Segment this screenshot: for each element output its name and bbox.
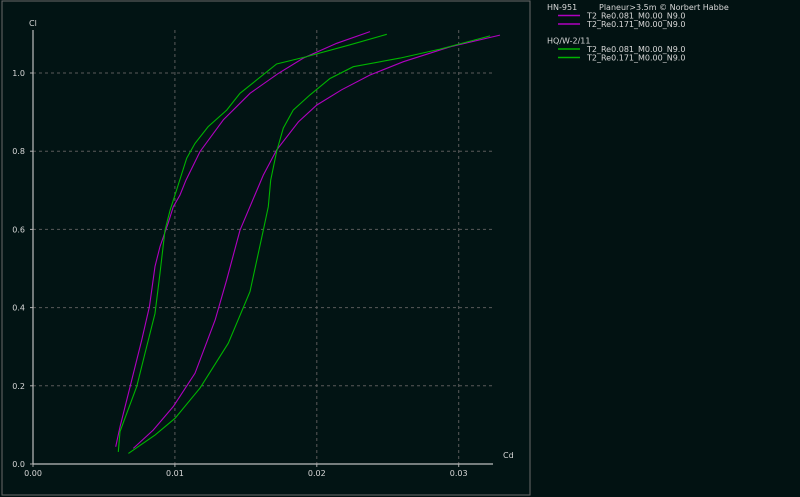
y-axis-label: Cl (29, 19, 37, 28)
y-tick-label: 0.2 (12, 382, 25, 391)
plot-panel (1, 0, 531, 496)
x-tick-label: 0.02 (308, 469, 326, 478)
legend-group-title: HN-951 (547, 3, 577, 12)
y-tick-label: 1.0 (12, 69, 25, 78)
x-tick-label: 0.00 (24, 469, 42, 478)
x-axis-label: Cd (503, 451, 514, 460)
y-tick-label: 0.8 (12, 147, 25, 156)
y-tick-label: 0.4 (12, 304, 25, 313)
y-tick-label: 0.6 (12, 225, 25, 234)
legend-label: T2_Re0.171_M0.00_N9.0 (586, 20, 685, 29)
legend-group-title: HQ/W-2/11 (547, 37, 590, 46)
x-tick-label: 0.01 (166, 469, 184, 478)
y-tick-label: 0.0 (12, 460, 25, 469)
polar-chart: 0.00 0.01 0.02 0.03 0.0 0.2 0.4 0.6 0.8 1.0 Cd Cl H… (0, 0, 800, 497)
x-tick-label: 0.03 (450, 469, 468, 478)
legend-label: T2_Re0.171_M0.00_N9.0 (586, 54, 685, 63)
